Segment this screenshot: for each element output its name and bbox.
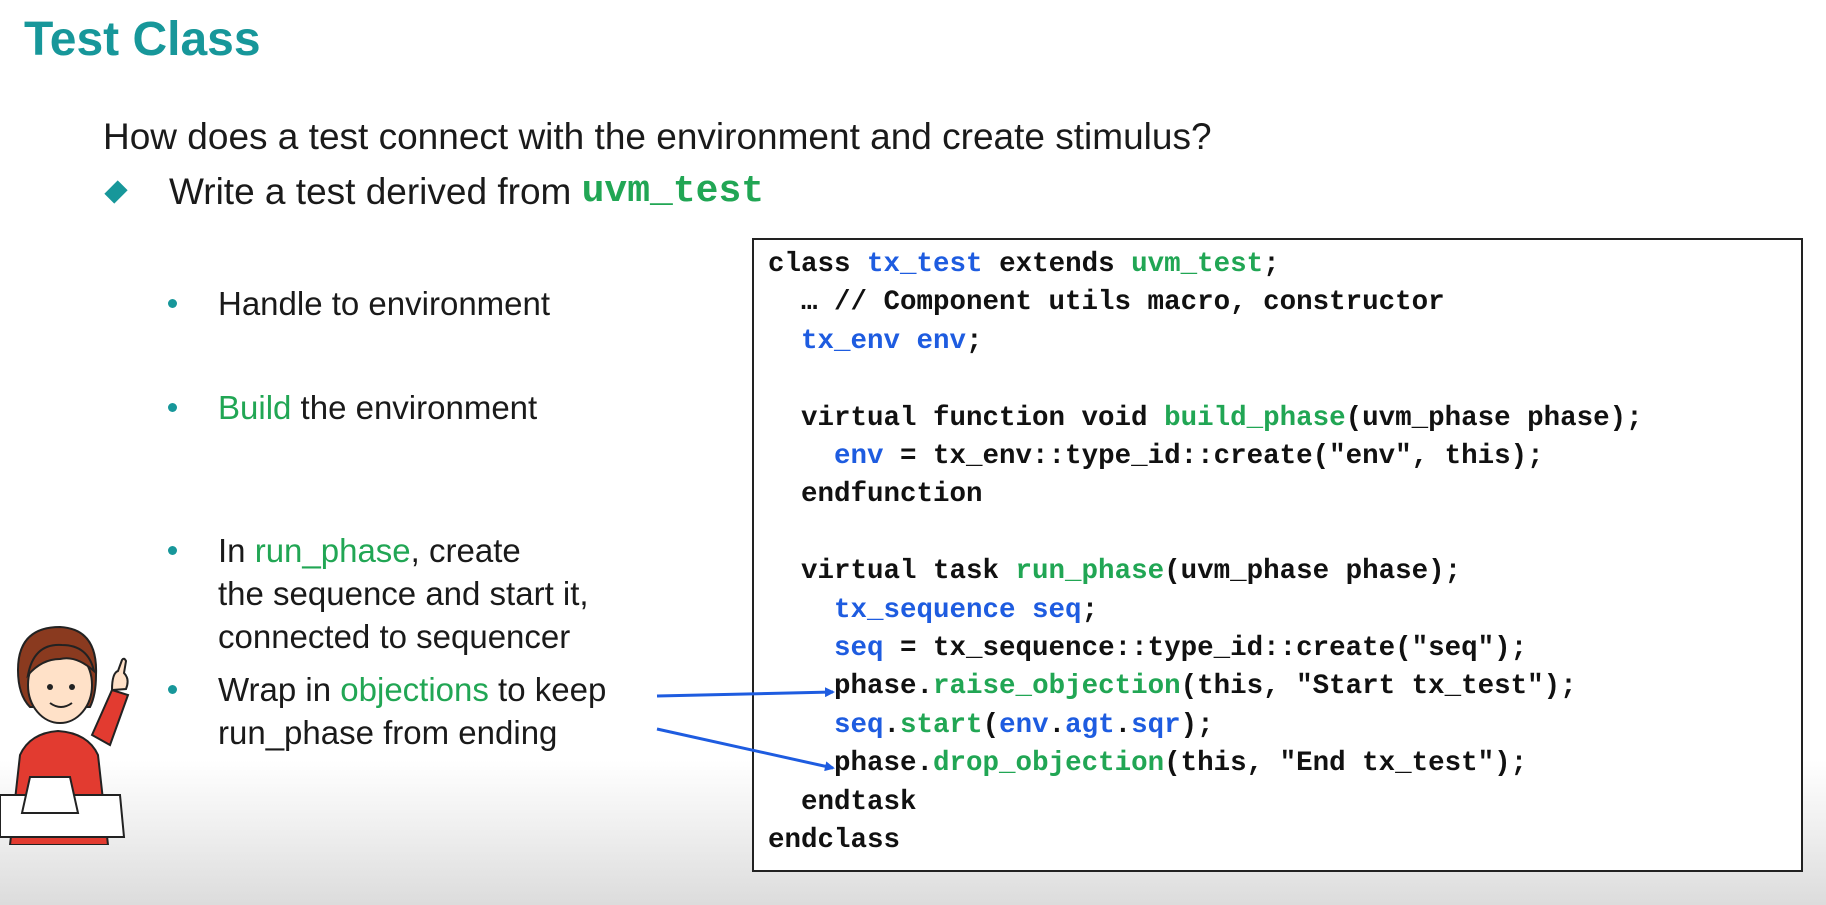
student-raising-hand-illustration xyxy=(0,625,130,845)
arrow-icon xyxy=(656,687,835,698)
annotation-arrows xyxy=(656,687,835,772)
arrow-icon xyxy=(656,727,835,772)
